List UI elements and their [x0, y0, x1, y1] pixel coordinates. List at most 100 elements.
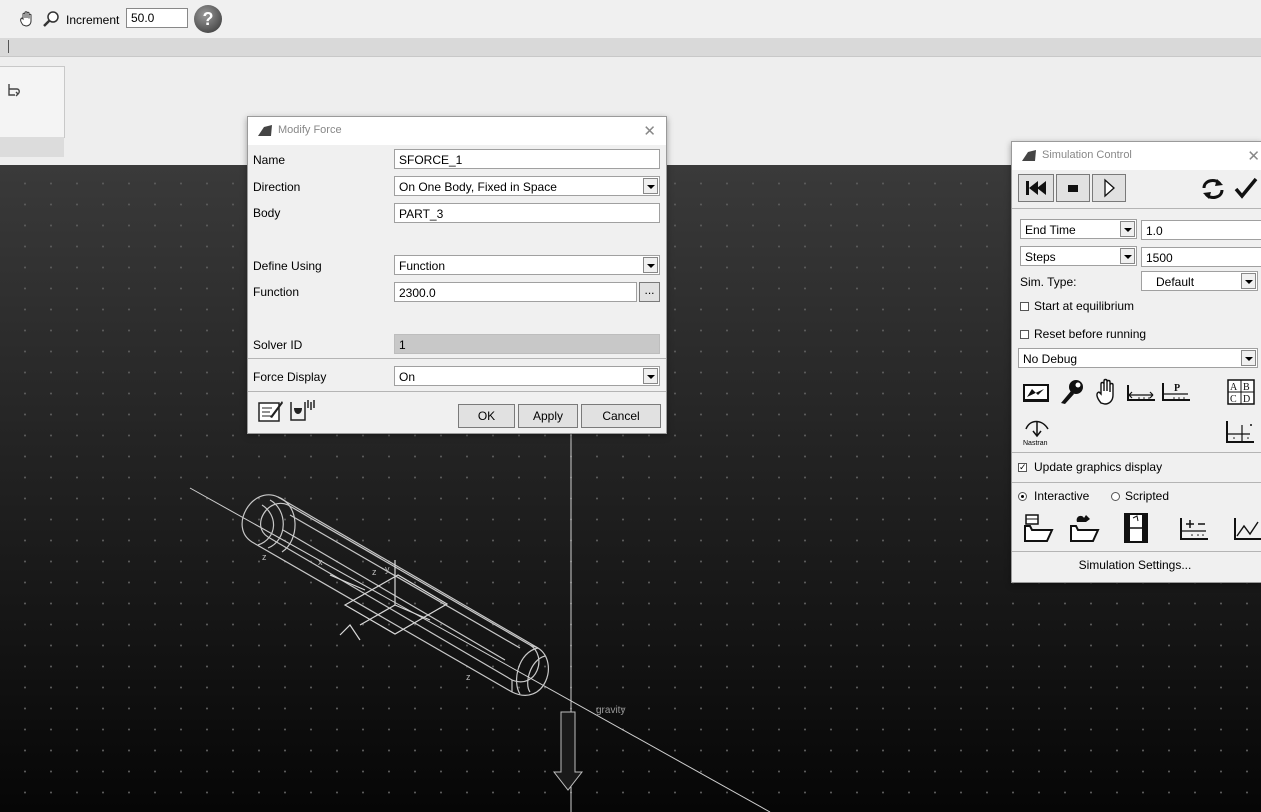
- interactive-radio[interactable]: [1018, 492, 1027, 501]
- ribbon-group: [0, 66, 65, 138]
- direction-label: Direction: [253, 180, 301, 194]
- save-results-icon[interactable]: [1022, 377, 1052, 407]
- name-label: Name: [253, 153, 286, 167]
- force-display-value: On: [399, 370, 416, 384]
- divider: [248, 391, 666, 392]
- svg-text:y: y: [385, 564, 390, 574]
- postprocessor-plot-icon[interactable]: [1232, 514, 1261, 544]
- svg-text:C: C: [1230, 394, 1237, 405]
- steps-field[interactable]: 1500: [1141, 247, 1261, 267]
- gravity-label: gravity: [596, 705, 625, 716]
- sim-type-select[interactable]: Default: [1141, 271, 1258, 291]
- force-display-label: Force Display: [253, 370, 327, 384]
- start-at-equilibrium-checkbox[interactable]: [1020, 302, 1029, 311]
- app-logo-icon: [258, 125, 272, 136]
- nastran-label: Nastran: [1023, 440, 1048, 447]
- chevron-down-icon[interactable]: [643, 178, 658, 194]
- svg-text:A: A: [1230, 382, 1238, 393]
- end-time-select[interactable]: End Time: [1020, 219, 1137, 239]
- stop-icon: [1068, 185, 1078, 192]
- plot-p-icon[interactable]: P: [1160, 377, 1190, 407]
- divider: [1012, 551, 1261, 552]
- force-display-select[interactable]: On: [394, 366, 660, 386]
- svg-text:x: x: [318, 557, 323, 567]
- open-folder-icon[interactable]: [1068, 512, 1102, 544]
- name-field[interactable]: SFORCE_1: [394, 149, 660, 169]
- play-button[interactable]: [1092, 174, 1126, 202]
- scripted-radio[interactable]: [1111, 492, 1120, 501]
- define-using-value: Function: [399, 259, 446, 273]
- simulation-control-dialog: Simulation Control ✕ End Time 1.0 Steps …: [1011, 141, 1261, 583]
- increment-input[interactable]: [126, 8, 188, 28]
- hand-pan-icon[interactable]: [18, 10, 36, 31]
- cancel-button[interactable]: Cancel: [581, 404, 661, 428]
- reset-before-running-label: Reset before running: [1034, 327, 1147, 341]
- help-icon[interactable]: ?: [194, 5, 222, 33]
- define-using-label: Define Using: [253, 259, 322, 273]
- start-at-equilibrium-label: Start at equilibrium: [1034, 299, 1135, 313]
- simulation-control-titlebar[interactable]: Simulation Control ✕: [1012, 142, 1261, 170]
- define-using-select[interactable]: Function: [394, 255, 660, 275]
- close-icon[interactable]: ✕: [643, 122, 656, 140]
- divider: [248, 358, 666, 359]
- svg-text:z: z: [262, 552, 267, 562]
- apply-button[interactable]: Apply: [518, 404, 578, 428]
- animation-film-icon[interactable]: [1120, 512, 1154, 544]
- interactive-label: Interactive: [1034, 489, 1090, 503]
- update-graphics-label: Update graphics display: [1034, 460, 1163, 474]
- reset-icon[interactable]: [1198, 174, 1228, 202]
- edit-icon[interactable]: [258, 399, 284, 423]
- chevron-down-icon[interactable]: [1241, 350, 1256, 366]
- increment-label: Increment: [66, 13, 120, 27]
- function-browse-button[interactable]: ...: [639, 282, 660, 302]
- chevron-down-icon[interactable]: [1120, 248, 1135, 264]
- end-time-field[interactable]: 1.0: [1141, 220, 1261, 240]
- abcd-table-icon[interactable]: ABCD: [1226, 377, 1256, 407]
- rewind-button[interactable]: [1018, 174, 1054, 202]
- function-field[interactable]: 2300.0: [394, 282, 637, 302]
- simulation-settings-button[interactable]: Simulation Settings...: [1012, 554, 1258, 576]
- body-field[interactable]: PART_3: [394, 203, 660, 223]
- divider: [1012, 208, 1261, 209]
- chevron-down-icon[interactable]: [1120, 221, 1135, 237]
- interactive-hand-icon[interactable]: [1092, 377, 1122, 407]
- ribbon-group-footer: [0, 137, 64, 157]
- chevron-down-icon[interactable]: [1241, 273, 1256, 289]
- close-icon[interactable]: ✕: [1247, 147, 1260, 165]
- play-icon: [1104, 178, 1115, 198]
- function-label: Function: [253, 285, 300, 299]
- gravity-arrow-icon: [552, 711, 584, 791]
- direction-select[interactable]: On One Body, Fixed in Space: [394, 176, 660, 196]
- dialog-title: Simulation Control: [1042, 149, 1132, 161]
- svg-text:D: D: [1243, 394, 1250, 405]
- svg-text:B: B: [1243, 382, 1250, 393]
- key-tools-icon[interactable]: [1057, 377, 1087, 407]
- steps-select[interactable]: Steps: [1020, 246, 1137, 266]
- checkmark-icon[interactable]: [1232, 174, 1260, 202]
- main-toolbar: Increment ?: [0, 0, 1261, 38]
- stop-button[interactable]: [1056, 174, 1090, 202]
- svg-text:z: z: [466, 672, 471, 682]
- modify-force-dialog: Modify Force ✕ Name SFORCE_1 Direction O…: [247, 116, 667, 434]
- update-graphics-checkbox[interactable]: ✓: [1018, 463, 1027, 472]
- chevron-down-icon[interactable]: [643, 257, 658, 273]
- measure-plot-icon[interactable]: [1178, 514, 1212, 544]
- undo-icon[interactable]: [6, 81, 24, 102]
- status-strip: [0, 38, 1261, 57]
- ground-axis-line: [189, 487, 771, 812]
- modify-force-titlebar[interactable]: Modify Force ✕: [248, 117, 666, 145]
- steps-option: Steps: [1025, 250, 1056, 264]
- app-logo-icon: [1022, 150, 1036, 161]
- open-script-icon[interactable]: [1022, 512, 1056, 544]
- reset-before-running-checkbox[interactable]: [1020, 330, 1029, 339]
- measure-icon[interactable]: [1125, 377, 1155, 407]
- zoom-icon[interactable]: [42, 10, 62, 31]
- function-builder-icon[interactable]: [288, 398, 316, 424]
- plot-points-icon[interactable]: [1224, 417, 1254, 447]
- chevron-down-icon[interactable]: [643, 368, 658, 384]
- debug-select[interactable]: No Debug: [1018, 348, 1258, 368]
- rewind-icon: [1026, 181, 1046, 195]
- scripted-label: Scripted: [1125, 489, 1170, 503]
- end-time-option: End Time: [1025, 223, 1076, 237]
- ok-button[interactable]: OK: [458, 404, 515, 428]
